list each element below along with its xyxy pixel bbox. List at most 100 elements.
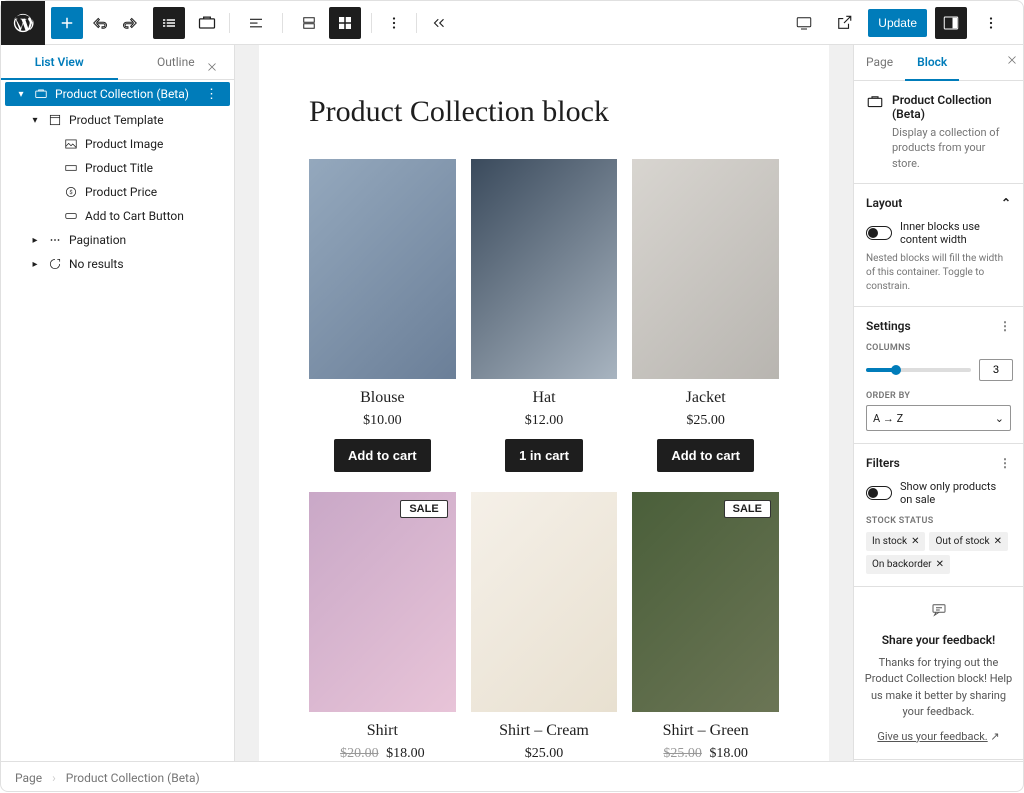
toolbar-separator [416, 13, 417, 33]
add-to-cart-button[interactable]: 1 in cart [505, 439, 583, 472]
vertical-dots-icon[interactable]: ⋮ [999, 319, 1011, 333]
product-title[interactable]: Hat [532, 389, 555, 407]
view-page-button[interactable] [828, 7, 860, 39]
grid-button[interactable] [329, 7, 361, 39]
filters-heading[interactable]: Filters ⋮ [866, 456, 1011, 470]
chip-label: In stock [872, 536, 907, 547]
block-icon-button[interactable] [191, 7, 223, 39]
product-card[interactable]: SALE Shirt – Green $25.00 $18.00 Add to … [632, 492, 779, 761]
chevron-right-icon[interactable]: ▸ [29, 235, 41, 246]
tree-label: Product Collection (Beta) [55, 87, 199, 101]
undo-button[interactable] [83, 7, 115, 39]
product-image[interactable] [632, 159, 779, 379]
chevron-right-icon[interactable]: ▸ [29, 259, 41, 270]
vertical-dots-icon[interactable]: ⋮ [999, 456, 1011, 470]
tree-item-pagination[interactable]: ▸ Pagination [1, 228, 234, 252]
tree-item-product-template[interactable]: ▾ Product Template [1, 108, 234, 132]
external-link-icon [835, 14, 853, 32]
heading-label: Filters [866, 456, 900, 470]
collapse-toolbar-button[interactable] [423, 7, 455, 39]
more-menu-button[interactable] [975, 7, 1007, 39]
main-area: List View Outline ▾ Product Collection (… [1, 45, 1023, 761]
product-image[interactable] [471, 159, 618, 379]
close-sidebar-button[interactable] [1005, 53, 1019, 70]
remove-chip-icon[interactable]: ✕ [994, 536, 1002, 547]
settings-sidebar: Page Block Product Collection (Beta) Dis… [853, 45, 1023, 761]
product-price: $25.00 [525, 746, 564, 761]
product-title[interactable]: Shirt – Green [663, 722, 749, 740]
sale-only-toggle[interactable] [866, 486, 892, 500]
wp-logo[interactable] [1, 1, 45, 45]
add-to-cart-button[interactable]: Add to cart [657, 439, 754, 472]
product-card[interactable]: Blouse $10.00 Add to cart [309, 159, 456, 472]
product-price: $25.00 [686, 413, 725, 429]
product-title[interactable]: Blouse [360, 389, 404, 407]
stock-chip[interactable]: On backorder✕ [866, 555, 950, 574]
product-card[interactable]: Jacket $25.00 Add to cart [632, 159, 779, 472]
product-image[interactable]: SALE [632, 492, 779, 712]
align-button[interactable] [240, 7, 272, 39]
tree-item-add-to-cart[interactable]: Add to Cart Button [1, 204, 234, 228]
toggle-label: Show only products on sale [900, 480, 1011, 506]
breadcrumb-item[interactable]: Product Collection (Beta) [66, 771, 200, 785]
product-image[interactable]: SALE [309, 492, 456, 712]
close-panel-button[interactable] [202, 57, 222, 77]
stock-chip[interactable]: In stock ✕ [866, 532, 925, 551]
chevron-down-icon[interactable]: ▾ [15, 89, 27, 100]
tab-list-view[interactable]: List View [1, 45, 118, 79]
alignment-group [236, 7, 276, 39]
device-preview-button[interactable] [788, 7, 820, 39]
columns-slider[interactable] [866, 368, 971, 372]
list-view-toggle[interactable] [153, 7, 185, 39]
feedback-link[interactable]: Give us your feedback. [877, 730, 987, 743]
add-to-cart-button[interactable]: Add to cart [334, 439, 431, 472]
tab-block[interactable]: Block [905, 45, 959, 81]
svg-text:$: $ [69, 189, 72, 196]
product-title[interactable]: Jacket [686, 389, 726, 407]
remove-chip-icon[interactable]: ✕ [911, 536, 919, 547]
sidebar-icon [942, 14, 960, 32]
tree-item-product-collection[interactable]: ▾ Product Collection (Beta) ⋮ [5, 82, 230, 106]
page-title[interactable]: Product Collection block [309, 95, 779, 129]
product-card[interactable]: SALE Shirt $20.00 $18.00 Add to cart [309, 492, 456, 761]
block-inserter-button[interactable] [51, 7, 83, 39]
stack-button[interactable] [293, 7, 325, 39]
tree-item-product-title[interactable]: Product Title [1, 156, 234, 180]
order-by-select[interactable]: A → Z ⌄ [866, 405, 1011, 431]
block-tree: ▾ Product Collection (Beta) ⋮ ▾ Product … [1, 80, 234, 761]
redo-button[interactable] [115, 7, 147, 39]
columns-label: COLUMNS [866, 343, 1011, 353]
settings-sidebar-toggle[interactable] [935, 7, 967, 39]
redo-icon [122, 14, 140, 32]
tree-label: No results [69, 257, 226, 271]
chevron-down-icon[interactable]: ▾ [29, 115, 41, 126]
update-button[interactable]: Update [868, 9, 927, 37]
tree-item-options[interactable]: ⋮ [205, 87, 222, 102]
toolbar-separator [371, 13, 372, 33]
advanced-panel[interactable]: Advanced ⌄ [854, 760, 1023, 761]
layout-heading[interactable]: Layout ⌃ [866, 196, 1011, 210]
product-image[interactable] [471, 492, 618, 712]
content-width-toggle[interactable] [866, 226, 892, 240]
remove-chip-icon[interactable]: ✕ [936, 559, 944, 570]
options-button[interactable] [378, 7, 410, 39]
product-title[interactable]: Shirt [367, 722, 398, 740]
toggle-label: Inner blocks use content width [900, 220, 1011, 246]
product-card[interactable]: Shirt – Cream $25.00 Add to cart [471, 492, 618, 761]
stock-chip[interactable]: Out of stock✕ [929, 532, 1008, 551]
columns-input[interactable] [979, 359, 1013, 381]
breadcrumb-item[interactable]: Page [15, 771, 42, 785]
product-image[interactable] [309, 159, 456, 379]
tab-page[interactable]: Page [854, 45, 905, 80]
button-icon [63, 208, 79, 224]
tree-item-no-results[interactable]: ▸ No results [1, 252, 234, 276]
tree-item-product-image[interactable]: Product Image [1, 132, 234, 156]
layout-help-text: Nested blocks will fill the width of thi… [866, 252, 1011, 294]
settings-heading[interactable]: Settings ⋮ [866, 319, 1011, 333]
product-title[interactable]: Shirt – Cream [499, 722, 589, 740]
chevron-up-icon: ⌃ [1001, 196, 1011, 210]
editor-canvas[interactable]: Product Collection block Blouse $10.00 A… [235, 45, 853, 761]
product-card[interactable]: Hat $12.00 1 in cart [471, 159, 618, 472]
tree-item-product-price[interactable]: $ Product Price [1, 180, 234, 204]
sale-badge: SALE [724, 500, 771, 518]
